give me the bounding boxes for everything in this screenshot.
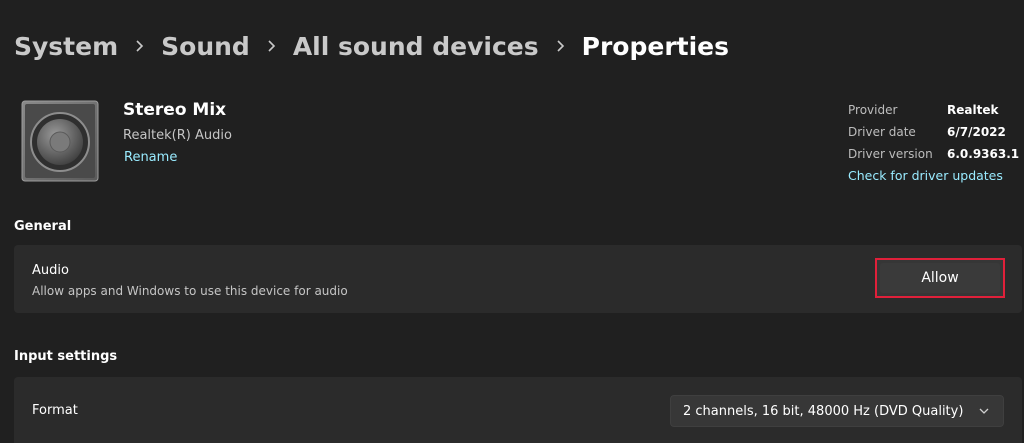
- general-section-title: General: [14, 219, 72, 234]
- provider-value: Realtek: [947, 103, 999, 117]
- chevron-right-icon: [268, 40, 275, 52]
- audio-description: Allow apps and Windows to use this devic…: [32, 284, 348, 298]
- chevron-down-icon: [979, 408, 989, 414]
- allow-button[interactable]: Allow: [875, 258, 1005, 298]
- breadcrumb-all-sound-devices[interactable]: All sound devices: [293, 32, 539, 61]
- driver-version-label: Driver version: [848, 147, 933, 161]
- provider-label: Provider: [848, 103, 898, 117]
- page-title: Properties: [581, 31, 730, 61]
- device-name: Stereo Mix: [123, 100, 227, 120]
- chevron-right-icon: [136, 40, 144, 52]
- sound-properties-page: System Sound All sound devices Propertie…: [0, 0, 1024, 443]
- audio-title: Audio: [32, 263, 69, 278]
- input-settings-section-title: Input settings: [14, 349, 118, 364]
- speaker-icon: [21, 100, 99, 182]
- format-selected-value: 2 channels, 16 bit, 48000 Hz (DVD Qualit…: [683, 403, 964, 419]
- breadcrumb: System Sound All sound devices Propertie…: [14, 26, 729, 66]
- format-setting-card: Format 2 channels, 16 bit, 48000 Hz (DVD…: [14, 377, 1022, 443]
- breadcrumb-system[interactable]: System: [14, 32, 118, 61]
- check-driver-updates-link[interactable]: Check for driver updates: [848, 168, 1003, 183]
- device-subtitle: Realtek(R) Audio: [123, 128, 232, 143]
- allow-button-label: Allow: [921, 270, 959, 286]
- driver-date-value: 6/7/2022: [947, 125, 1006, 139]
- format-dropdown[interactable]: 2 channels, 16 bit, 48000 Hz (DVD Qualit…: [670, 395, 1004, 427]
- driver-version-value: 6.0.9363.1: [947, 147, 1020, 161]
- chevron-right-icon: [557, 40, 564, 52]
- breadcrumb-sound[interactable]: Sound: [161, 32, 250, 61]
- audio-setting-card: Audio Allow apps and Windows to use this…: [14, 245, 1022, 313]
- driver-date-label: Driver date: [848, 125, 916, 139]
- rename-link[interactable]: Rename: [124, 150, 177, 165]
- format-label: Format: [32, 403, 78, 418]
